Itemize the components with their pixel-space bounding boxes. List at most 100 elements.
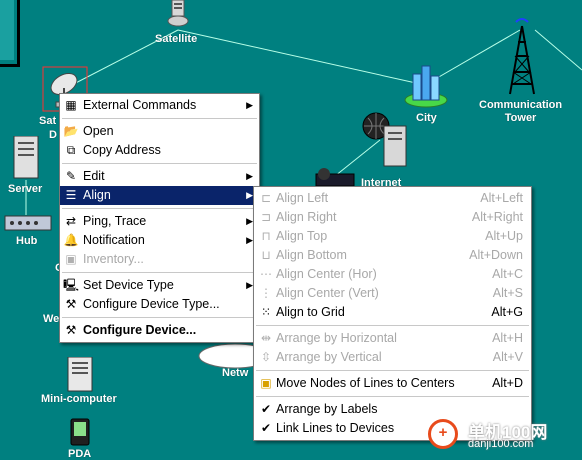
menu-item-label: Arrange by Horizontal — [276, 331, 397, 345]
align-left-icon: ⊏ — [260, 191, 272, 205]
menu-item-external-commands[interactable]: ▦ External Commands ▶ — [60, 96, 259, 115]
menu-item-align-center-hor: ⋯ Align Center (Hor) Alt+C — [254, 265, 531, 284]
menu-item-label: Inventory... — [83, 252, 144, 266]
overview-panel — [0, 0, 20, 67]
menu-item-shortcut: Alt+S — [492, 286, 523, 300]
menu-separator — [62, 272, 257, 273]
menu-item-open[interactable]: 📂 Open — [60, 122, 259, 141]
menu-item-copy-address[interactable]: ⧉ Copy Address — [60, 141, 259, 160]
menu-item-shortcut: Alt+C — [492, 267, 523, 281]
align-submenu[interactable]: ⊏ Align Left Alt+Left ⊐ Align Right Alt+Right… — [253, 186, 532, 441]
menu-item-label: Align Top — [276, 229, 328, 243]
menu-separator — [62, 163, 257, 164]
menu-item-label: Configure Device Type... — [83, 297, 220, 311]
menu-item-edit[interactable]: ✎ Edit ▶ — [60, 167, 259, 186]
computer-icon: 🖳 — [63, 278, 80, 292]
tools-icon: ⚒ — [65, 297, 77, 311]
submenu-arrow-icon: ▶ — [246, 171, 253, 181]
menu-separator — [256, 370, 529, 371]
menu-item-shortcut: Alt+V — [492, 350, 523, 364]
menu-item-configure-device[interactable]: ⚒ Configure Device... — [60, 321, 259, 340]
mini-computer-icon[interactable] — [66, 357, 94, 393]
pda-label: PDA — [68, 448, 92, 460]
menu-item-align-top: ⊓ Align Top Alt+Up — [254, 227, 531, 246]
satellite-icon[interactable] — [166, 0, 190, 28]
pda-icon[interactable] — [70, 418, 90, 446]
menu-separator — [62, 118, 257, 119]
menu-item-label: Align Bottom — [276, 248, 347, 262]
menu-separator — [62, 208, 257, 209]
communication-tower-label: Communication Tower — [479, 99, 562, 125]
menu-item-align-left: ⊏ Align Left Alt+Left — [254, 189, 531, 208]
folder-open-icon: 📂 — [63, 124, 79, 138]
communication-tower-label-line2: Tower — [504, 112, 537, 124]
menu-item-align-bottom: ⊔ Align Bottom Alt+Down — [254, 246, 531, 265]
communication-tower-icon[interactable] — [506, 16, 538, 96]
menu-item-label: Configure Device... — [83, 323, 197, 337]
menu-item-set-device-type[interactable]: 🖳 Set Device Type ▶ — [60, 276, 259, 295]
menu-item-label: Align Right — [276, 210, 337, 224]
watermark: + 单机100网 danji100.com — [428, 416, 578, 456]
satellite-dish-label-partial-2: D — [49, 129, 57, 141]
external-commands-icon: ▦ — [65, 98, 77, 112]
satellite-dish-label-partial: Sat — [39, 115, 57, 127]
watermark-logo-icon: + — [428, 419, 458, 449]
menu-item-label: Edit — [83, 169, 105, 183]
menu-item-shortcut: Alt+Up — [485, 229, 523, 243]
arrange-vertical-icon: ⇳ — [260, 350, 272, 364]
edit-icon: ✎ — [65, 169, 77, 183]
menu-item-align-to-grid[interactable]: ⁙ Align to Grid Alt+G — [254, 303, 531, 322]
menu-item-label: Arrange by Labels — [276, 402, 378, 416]
communication-tower-label-line1: Communication — [479, 99, 563, 111]
menu-item-arrange-by-horizontal: ⇹ Arrange by Horizontal Alt+H — [254, 329, 531, 348]
menu-item-label: External Commands — [83, 98, 197, 112]
menu-item-move-nodes-of-lines-to-centers[interactable]: ▣ Move Nodes of Lines to Centers Alt+D — [254, 374, 531, 393]
menu-item-label: Open — [83, 124, 114, 138]
hub-label: Hub — [16, 235, 38, 247]
city-label: City — [416, 112, 437, 124]
satellite-label: Satellite — [155, 33, 198, 45]
bell-icon: 🔔 — [63, 233, 79, 247]
server-icon[interactable] — [12, 136, 40, 180]
arrange-horizontal-icon: ⇹ — [260, 331, 272, 345]
menu-item-shortcut: Alt+Left — [480, 191, 523, 205]
hub-icon[interactable] — [4, 212, 52, 234]
menu-item-label: Align Center (Vert) — [276, 286, 379, 300]
menu-item-label: Notification — [83, 233, 145, 247]
submenu-arrow-icon: ▶ — [246, 216, 253, 226]
menu-item-shortcut: Alt+Right — [471, 210, 523, 224]
submenu-arrow-icon: ▶ — [246, 190, 253, 200]
menu-item-inventory: ▣ Inventory... — [60, 250, 259, 269]
menu-item-align[interactable]: ☰ Align ▶ — [60, 186, 259, 205]
menu-item-configure-device-type[interactable]: ⚒ Configure Device Type... — [60, 295, 259, 314]
menu-separator — [256, 325, 529, 326]
menu-item-shortcut: Alt+Down — [469, 248, 523, 262]
menu-item-label: Link Lines to Devices — [276, 421, 395, 435]
router-icon[interactable] — [314, 168, 356, 188]
submenu-arrow-icon: ▶ — [246, 235, 253, 245]
menu-item-label: Set Device Type — [83, 278, 174, 292]
device-context-menu[interactable]: ▦ External Commands ▶ 📂 Open ⧉ Copy Address ✎ Ed… — [59, 93, 260, 343]
menu-item-label: Ping, Trace — [83, 214, 147, 228]
menu-item-shortcut: Alt+G — [491, 305, 523, 319]
city-icon[interactable] — [403, 62, 449, 110]
node-label-partial-we: We — [43, 313, 60, 325]
menu-item-label: Copy Address — [83, 143, 161, 157]
menu-item-align-center-vert: ⋮ Align Center (Vert) Alt+S — [254, 284, 531, 303]
menu-separator — [256, 396, 529, 397]
align-bottom-icon: ⊔ — [261, 248, 271, 262]
move-nodes-icon: ▣ — [260, 376, 272, 390]
server-label: Server — [8, 183, 43, 195]
menu-item-label: Align Left — [276, 191, 329, 205]
menu-item-label: Align — [83, 188, 111, 202]
menu-item-label: Align to Grid — [276, 305, 345, 319]
menu-separator — [62, 317, 257, 318]
mini-computer-label: Mini-computer — [41, 393, 117, 405]
menu-item-ping-trace[interactable]: ⇄ Ping, Trace ▶ — [60, 212, 259, 231]
menu-item-notification[interactable]: 🔔 Notification ▶ — [60, 231, 259, 250]
menu-item-shortcut: Alt+D — [492, 376, 523, 390]
menu-item-align-right: ⊐ Align Right Alt+Right — [254, 208, 531, 227]
menu-item-shortcut: Alt+H — [492, 331, 523, 345]
wrench-icon: ⚒ — [65, 323, 77, 337]
internet-icon[interactable] — [360, 112, 410, 174]
